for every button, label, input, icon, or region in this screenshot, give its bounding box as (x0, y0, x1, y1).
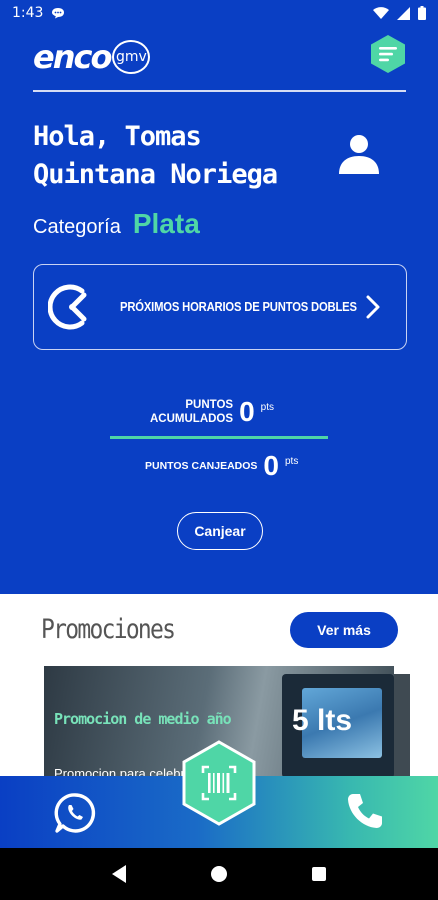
promotions-title: Promociones (41, 614, 176, 645)
clock-fast-icon (48, 284, 87, 330)
greeting-text: Hola, Tomas Quintana Noriega (33, 121, 278, 190)
accumulated-points-value: 0 (239, 396, 255, 427)
redeem-button[interactable]: Canjear (177, 512, 263, 550)
nav-back-icon[interactable] (112, 865, 127, 883)
android-nav-bar (0, 848, 438, 900)
nav-home-icon[interactable] (210, 866, 227, 882)
loyalty-summary: enco gmv Hola, Tomas Quintana Noriega Ca… (0, 26, 438, 594)
status-time: 1:43 (12, 5, 44, 21)
category-label: Categoría (33, 216, 121, 238)
header-divider (33, 90, 406, 92)
user-profile-icon[interactable] (337, 132, 381, 176)
logo-text: enco (33, 38, 112, 76)
scan-barcode-button[interactable] (181, 740, 257, 826)
chat-notification-icon (52, 8, 65, 19)
signal-icon (397, 6, 410, 20)
promotion-card-title: Promocion de medio año (54, 710, 232, 728)
see-more-button[interactable]: Ver más (290, 612, 398, 648)
double-points-label: PRÓXIMOS HORARIOS DE PUNTOS DOBLES (120, 300, 357, 314)
nav-recent-apps-icon[interactable] (311, 867, 326, 881)
accumulated-points: PUNTOS ACUMULADOS 0 pts (150, 396, 274, 428)
menu-button[interactable] (368, 34, 408, 74)
status-bar: 1:43 (0, 0, 438, 26)
redeemed-points-label: PUNTOS CANJEADOS (145, 460, 258, 472)
whatsapp-icon[interactable] (54, 792, 96, 834)
redeemed-points-value: 0 (263, 450, 279, 481)
logo-badge: gmv (112, 40, 151, 74)
redeemed-points-unit: pts (285, 456, 299, 467)
wifi-icon (373, 6, 389, 19)
promotion-card-value: 5 lts (292, 704, 353, 737)
category-value: Plata (132, 208, 200, 239)
chevron-right-icon (366, 295, 380, 319)
category-row: Categoría Plata (33, 208, 200, 240)
redeemed-points: PUNTOS CANJEADOS 0 pts (145, 450, 298, 482)
battery-icon (418, 6, 426, 20)
accumulated-points-unit: pts (260, 402, 274, 413)
phone-icon[interactable] (344, 790, 386, 832)
app-logo: enco gmv (33, 38, 151, 76)
double-points-button[interactable]: PRÓXIMOS HORARIOS DE PUNTOS DOBLES (33, 264, 407, 350)
accumulated-points-label: PUNTOS ACUMULADOS (150, 399, 234, 425)
points-divider (110, 436, 328, 439)
